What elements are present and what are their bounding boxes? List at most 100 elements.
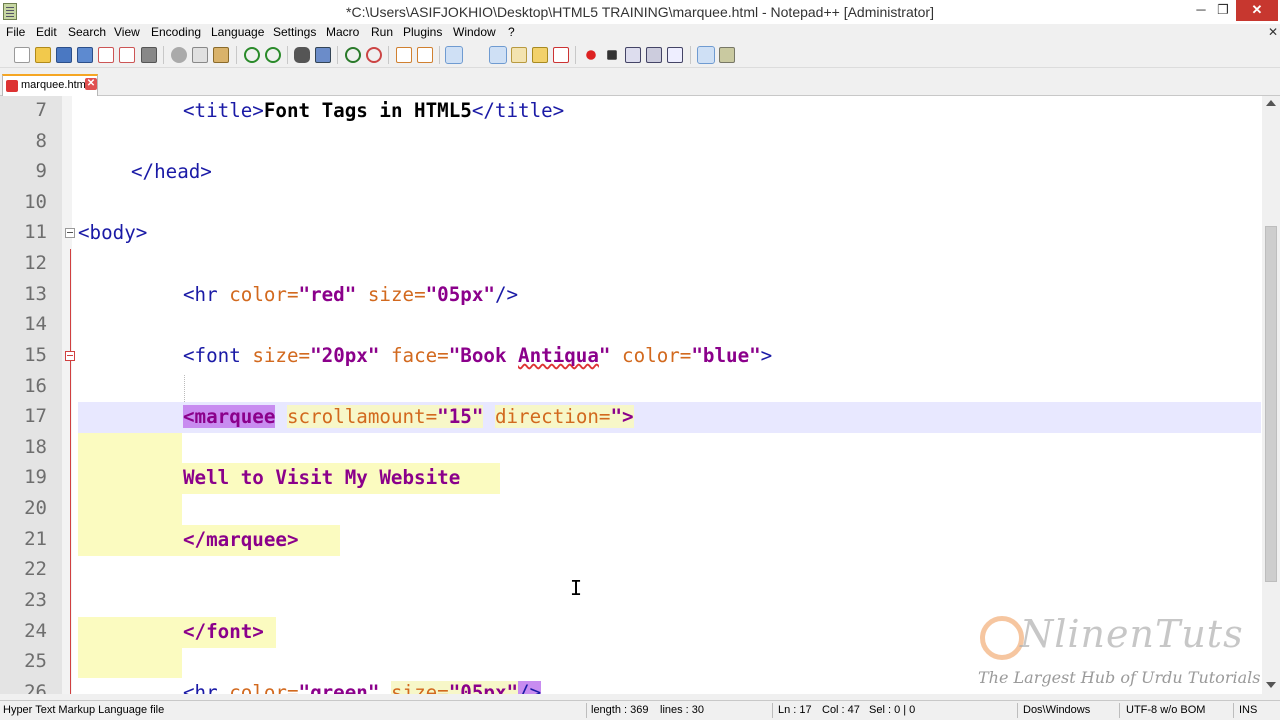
mark-highlight bbox=[78, 433, 182, 464]
tab-close-icon[interactable]: ✕ bbox=[85, 78, 97, 90]
menu-file[interactable]: File bbox=[6, 25, 25, 39]
close-all-icon[interactable] bbox=[119, 47, 135, 63]
open-file-icon[interactable] bbox=[35, 47, 51, 63]
tag-token: <hr bbox=[183, 283, 218, 306]
function-list-icon[interactable] bbox=[553, 47, 569, 63]
find-icon[interactable] bbox=[294, 47, 310, 63]
code-line: 8 bbox=[0, 127, 1262, 158]
value-token: "05px" bbox=[448, 681, 519, 694]
plugin-icon[interactable] bbox=[719, 47, 735, 63]
scroll-thumb[interactable] bbox=[1265, 226, 1277, 582]
attribute-token: color= bbox=[229, 681, 299, 694]
toolbar-separator bbox=[236, 46, 237, 64]
menu-search[interactable]: Search bbox=[68, 25, 106, 39]
mark-highlight bbox=[78, 494, 182, 525]
menu-edit[interactable]: Edit bbox=[36, 25, 57, 39]
fold-toggle-icon[interactable] bbox=[65, 351, 75, 361]
attribute-token: size= bbox=[390, 681, 449, 694]
tag-token: <title> bbox=[183, 99, 264, 122]
menu-macro[interactable]: Macro bbox=[326, 25, 359, 39]
code-line: 13 <hr color="red" size="05px"/> bbox=[0, 280, 1262, 311]
scroll-down-arrow-icon[interactable] bbox=[1266, 682, 1276, 688]
indent-guide-icon[interactable] bbox=[489, 46, 507, 64]
menu-window[interactable]: Window bbox=[453, 25, 496, 39]
menu-help[interactable]: ? bbox=[508, 25, 515, 39]
value-token: "green" bbox=[298, 681, 380, 694]
menu-language[interactable]: Language bbox=[211, 25, 264, 39]
text-cursor-icon: I bbox=[570, 576, 583, 600]
save-icon[interactable] bbox=[56, 47, 72, 63]
menu-plugins[interactable]: Plugins bbox=[403, 25, 442, 39]
zoom-in-icon[interactable] bbox=[345, 47, 361, 63]
spelling-error-token: Antiqua bbox=[518, 344, 599, 367]
fold-toggle-icon[interactable] bbox=[65, 228, 75, 238]
sync-h-icon[interactable] bbox=[417, 47, 433, 63]
status-column: Col : 47 bbox=[822, 704, 860, 716]
sync-v-icon[interactable] bbox=[396, 47, 412, 63]
status-encoding[interactable]: UTF-8 w/o BOM bbox=[1126, 704, 1205, 716]
line-number: 17 bbox=[24, 405, 47, 427]
toolbar-separator bbox=[575, 46, 576, 64]
zoom-out-icon[interactable] bbox=[366, 47, 382, 63]
tab-marquee-html[interactable]: marquee.html ✕ bbox=[2, 74, 98, 96]
cut-icon[interactable] bbox=[171, 47, 187, 63]
print-icon[interactable] bbox=[141, 47, 157, 63]
save-all-icon[interactable] bbox=[77, 47, 93, 63]
line-number: 16 bbox=[24, 375, 47, 397]
word-wrap-icon[interactable] bbox=[445, 46, 463, 64]
tag-token: </head> bbox=[131, 160, 212, 183]
run-macro-multiple-icon[interactable] bbox=[646, 47, 662, 63]
close-document-icon[interactable]: ✕ bbox=[1268, 25, 1278, 39]
tag-token: <body> bbox=[78, 221, 148, 244]
value-token: "> bbox=[610, 405, 634, 428]
line-number: 26 bbox=[24, 681, 47, 694]
play-macro-icon[interactable] bbox=[625, 47, 641, 63]
line-number: 14 bbox=[24, 313, 47, 335]
menu-run[interactable]: Run bbox=[371, 25, 393, 39]
line-number: 8 bbox=[35, 130, 47, 152]
doc-map-icon[interactable] bbox=[532, 47, 548, 63]
close-icon[interactable] bbox=[98, 47, 114, 63]
code-editor[interactable]: 7 <title>Font Tags in HTML5</title> 8 9 … bbox=[0, 96, 1262, 694]
new-file-icon[interactable] bbox=[14, 47, 30, 63]
line-number: 19 bbox=[24, 466, 47, 488]
undo-icon[interactable] bbox=[244, 47, 260, 63]
close-window-button[interactable]: ✕ bbox=[1236, 0, 1278, 21]
status-insert-mode[interactable]: INS bbox=[1239, 704, 1257, 716]
mark-highlight bbox=[78, 647, 182, 678]
text-token: Well to Visit My Website bbox=[183, 466, 461, 489]
watermark-tagline: The Largest Hub of Urdu Tutorials bbox=[978, 668, 1261, 687]
text-token: Font Tags in HTML5 bbox=[263, 99, 472, 122]
menu-encoding[interactable]: Encoding bbox=[151, 25, 201, 39]
value-token: "05px" bbox=[425, 283, 495, 306]
redo-icon[interactable] bbox=[265, 47, 281, 63]
toolbar-separator bbox=[287, 46, 288, 64]
minimize-button[interactable]: ─ bbox=[1190, 0, 1212, 21]
attribute-token: size= bbox=[252, 344, 311, 367]
vertical-scrollbar[interactable] bbox=[1262, 96, 1280, 694]
stop-macro-icon[interactable] bbox=[607, 50, 617, 60]
all-chars-icon[interactable] bbox=[467, 47, 483, 63]
code-line: 11 <body> bbox=[0, 218, 1262, 249]
status-line-number: Ln : 17 bbox=[778, 704, 812, 716]
status-lines: lines : 30 bbox=[660, 704, 705, 716]
record-macro-icon[interactable] bbox=[586, 50, 596, 60]
maximize-button[interactable]: ❐ bbox=[1212, 0, 1234, 21]
status-separator bbox=[772, 703, 773, 718]
menu-settings[interactable]: Settings bbox=[273, 25, 316, 39]
value-token: "20px" bbox=[310, 344, 380, 367]
status-separator bbox=[1119, 703, 1120, 718]
spell-check-icon[interactable] bbox=[697, 46, 715, 64]
copy-icon[interactable] bbox=[192, 47, 208, 63]
status-eol-format[interactable]: Dos\Windows bbox=[1023, 704, 1090, 716]
save-macro-icon[interactable] bbox=[667, 47, 683, 63]
line-number: 20 bbox=[24, 497, 47, 519]
menu-view[interactable]: View bbox=[114, 25, 140, 39]
tag-token: <hr bbox=[183, 681, 218, 694]
paste-icon[interactable] bbox=[213, 47, 229, 63]
scroll-up-arrow-icon[interactable] bbox=[1266, 100, 1276, 106]
replace-icon[interactable] bbox=[315, 47, 331, 63]
tag-token: > bbox=[760, 344, 773, 367]
line-number: 25 bbox=[24, 650, 47, 672]
udl-icon[interactable] bbox=[511, 47, 527, 63]
